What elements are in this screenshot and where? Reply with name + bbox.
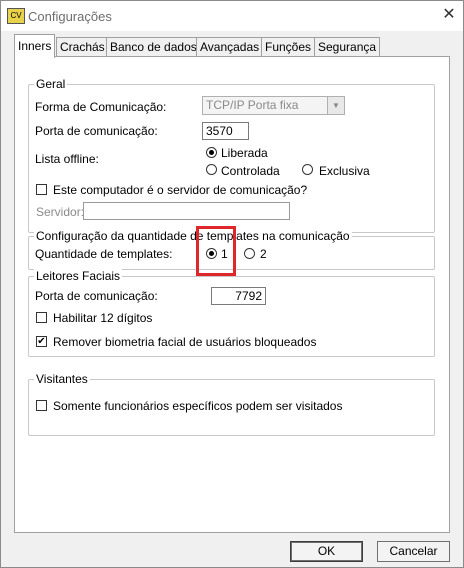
title-bar: CV Configurações ✕ xyxy=(1,1,463,31)
visitors-checkbox[interactable] xyxy=(36,400,47,411)
radio-liberada[interactable] xyxy=(206,147,217,158)
server-input[interactable] xyxy=(83,202,290,220)
radio-controlada[interactable] xyxy=(206,164,217,175)
ok-button[interactable]: OK xyxy=(290,541,363,562)
tab-avancadas[interactable]: Avançadas xyxy=(196,37,264,57)
server-checkbox[interactable] xyxy=(36,184,47,195)
highlight-box xyxy=(196,226,236,276)
group-visitors-title: Visitantes xyxy=(34,372,90,386)
tab-panel-inners: Geral Forma de Comunicação: TCP/IP Porta… xyxy=(14,56,450,533)
remove-bio-label: Remover biometria facial de usuários blo… xyxy=(53,335,317,349)
comm-form-label: Forma de Comunicação: xyxy=(35,100,167,114)
settings-window: CV Configurações ✕ Inners Crachás Banco … xyxy=(0,0,464,568)
cancel-button[interactable]: Cancelar xyxy=(377,541,450,562)
radio-controlada-label: Controlada xyxy=(221,164,280,178)
radio-exclusiva-label: Exclusiva xyxy=(319,164,370,178)
tab-crachas[interactable]: Crachás xyxy=(56,37,109,57)
radio-templates-2-label: 2 xyxy=(260,247,267,261)
remove-bio-checkbox[interactable]: ✔ xyxy=(36,336,47,347)
window-title: Configurações xyxy=(28,9,112,24)
facial-port-input[interactable]: 7792 xyxy=(211,287,266,305)
group-facial-title: Leitores Faciais xyxy=(34,269,123,283)
tab-funcoes[interactable]: Funções xyxy=(261,37,316,57)
port-input[interactable]: 3570 xyxy=(202,122,249,140)
comm-form-select[interactable]: TCP/IP Porta fixa ▼ xyxy=(202,96,345,115)
port-label: Porta de comunicação: xyxy=(35,124,158,138)
radio-templates-2[interactable] xyxy=(244,248,255,259)
close-icon[interactable]: ✕ xyxy=(438,4,460,26)
facial-port-label: Porta de comunicação: xyxy=(35,289,158,303)
group-templates-title: Configuração da quantidade de templates … xyxy=(34,229,352,243)
tab-seguranca[interactable]: Segurança xyxy=(314,37,381,57)
twelve-digits-label: Habilitar 12 dígitos xyxy=(53,311,153,325)
tab-inners[interactable]: Inners xyxy=(14,34,56,58)
radio-liberada-label: Liberada xyxy=(221,146,268,160)
visitors-checkbox-label: Somente funcionários específicos podem s… xyxy=(53,399,343,413)
tab-banco-de-dados[interactable]: Banco de dados xyxy=(106,37,201,57)
group-geral-title: Geral xyxy=(34,77,68,91)
twelve-digits-checkbox[interactable] xyxy=(36,312,47,323)
offline-label: Lista offline: xyxy=(35,152,99,166)
app-icon: CV xyxy=(7,8,25,24)
chevron-down-icon[interactable]: ▼ xyxy=(327,97,344,114)
server-checkbox-label: Este computador é o servidor de comunica… xyxy=(53,183,308,197)
radio-exclusiva[interactable] xyxy=(302,164,313,175)
check-icon: ✔ xyxy=(37,336,46,347)
server-label: Servidor: xyxy=(36,205,85,219)
templates-qty-label: Quantidade de templates: xyxy=(35,247,173,261)
